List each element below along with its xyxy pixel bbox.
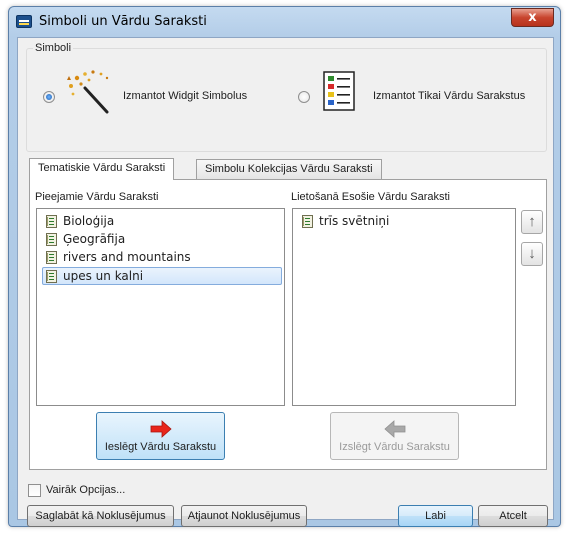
list-item-label: upes un kalni xyxy=(63,269,144,283)
list-item[interactable]: Ģeogrāfija xyxy=(43,231,253,249)
arrow-left-icon xyxy=(384,420,406,438)
restore-defaults-button[interactable]: Atjaunot Noklusējumus xyxy=(181,505,307,527)
move-up-button[interactable]: ↑ xyxy=(521,210,543,234)
tab-collection-lists[interactable]: Simbolu Kolekcijas Vārdu Saraksti xyxy=(196,159,382,179)
title-bar[interactable]: Simboli un Vārdu Saraksti x xyxy=(9,7,560,37)
include-list-button[interactable]: Ieslēgt Vārdu Sarakstu xyxy=(96,412,225,460)
window-title: Simboli un Vārdu Saraksti xyxy=(39,14,207,29)
words-only-radio[interactable] xyxy=(298,91,310,103)
word-list-file-icon xyxy=(46,215,57,228)
available-lists-box[interactable]: Bioloģija Ģeogrāfija rivers and mountain… xyxy=(36,208,285,406)
widgit-symbols-radio[interactable] xyxy=(43,91,55,103)
words-only-label: Izmantot Tikai Vārdu Sarakstus xyxy=(373,90,526,102)
cancel-button[interactable]: Atcelt xyxy=(478,505,548,527)
close-button[interactable]: x xyxy=(511,8,554,27)
more-options-checkbox[interactable] xyxy=(28,484,41,497)
symbols-group: Simboli Izmantot Widgit Simbolus Izmanto… xyxy=(26,42,547,152)
list-item-selected[interactable]: upes un kalni xyxy=(42,267,282,285)
move-down-button[interactable]: ↓ xyxy=(521,242,543,266)
more-options-label: Vairāk Opcijas... xyxy=(46,484,126,496)
app-icon xyxy=(16,15,32,28)
word-list-icon xyxy=(323,71,355,111)
word-list-file-icon xyxy=(46,270,57,283)
list-item[interactable]: trīs svētniņi xyxy=(299,213,499,231)
widgit-symbols-label: Izmantot Widgit Simbolus xyxy=(123,90,248,102)
arrow-down-icon: ↓ xyxy=(528,245,536,262)
list-item-label: rivers and mountains xyxy=(63,250,191,264)
tab-panel-thematic: Pieejamie Vārdu Saraksti Bioloģija Ģeogr… xyxy=(29,179,547,470)
include-list-label: Ieslēgt Vārdu Sarakstu xyxy=(104,441,217,453)
tab-thematic-lists[interactable]: Tematiskie Vārdu Saraksti xyxy=(29,158,175,180)
word-list-file-icon xyxy=(46,233,57,246)
ok-button[interactable]: Labi xyxy=(398,505,473,527)
in-use-lists-label: Lietošanā Esošie Vārdu Saraksti xyxy=(291,191,450,203)
list-item-label: Ģeogrāfija xyxy=(63,232,126,246)
word-list-file-icon xyxy=(46,251,57,264)
list-item[interactable]: rivers and mountains xyxy=(43,249,253,267)
exclude-list-button[interactable]: Izslēgt Vārdu Sarakstu xyxy=(330,412,459,460)
available-lists-label: Pieejamie Vārdu Saraksti xyxy=(35,191,159,203)
word-list-file-icon xyxy=(302,215,313,228)
widgit-symbols-icon xyxy=(67,70,109,114)
symbols-group-legend: Simboli xyxy=(33,42,74,54)
in-use-lists-box[interactable]: trīs svētniņi xyxy=(292,208,516,406)
save-defaults-button[interactable]: Saglabāt kā Noklusējumus xyxy=(27,505,174,527)
dialog-body: Simboli Izmantot Widgit Simbolus Izmanto… xyxy=(17,37,554,527)
dialog-window: Simboli un Vārdu Saraksti x Simboli Izma… xyxy=(8,6,561,527)
list-item-label: trīs svētniņi xyxy=(319,214,390,228)
exclude-list-label: Izslēgt Vārdu Sarakstu xyxy=(339,441,450,453)
list-item-label: Bioloģija xyxy=(63,214,115,228)
arrow-right-icon xyxy=(150,420,172,438)
list-item[interactable]: Bioloģija xyxy=(43,213,253,231)
arrow-up-icon: ↑ xyxy=(528,213,536,230)
